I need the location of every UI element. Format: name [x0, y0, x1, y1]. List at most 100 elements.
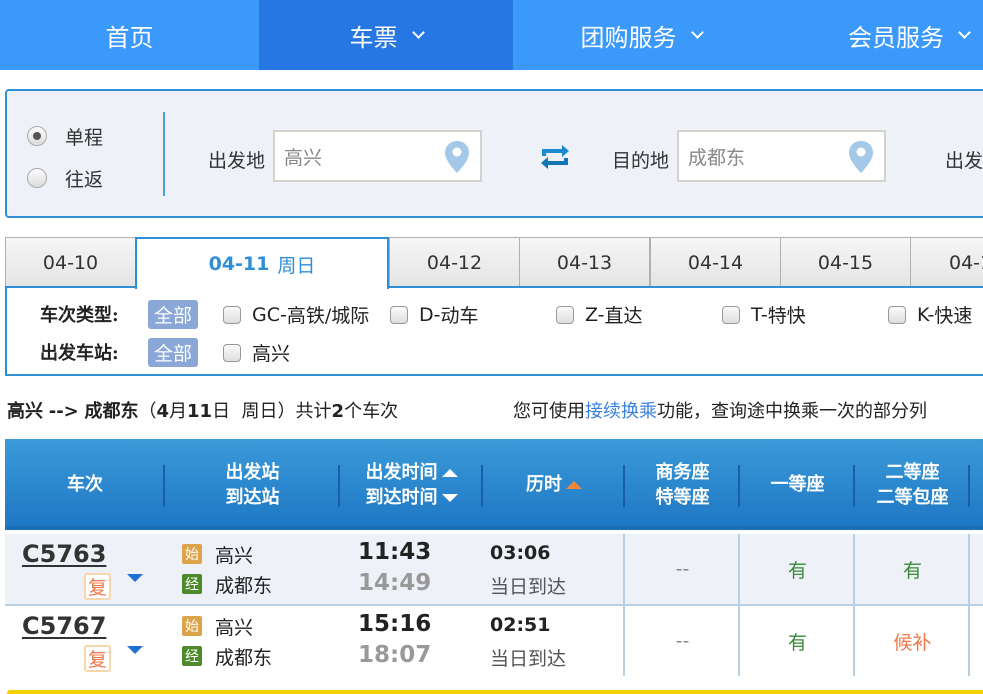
tab-date-label: 04-13 [556, 251, 613, 274]
start-station-icon: 始 [182, 544, 202, 564]
arrival-day: 当日到达 [490, 576, 567, 598]
nav-group-service[interactable]: 团购服务 [513, 0, 769, 70]
radio-round-trip[interactable] [27, 168, 47, 188]
departure-time: 15:16 [358, 611, 432, 637]
seat-business: -- [675, 630, 690, 652]
trip-type-one-way-label: 单程 [65, 126, 104, 149]
tab-date-04-13[interactable]: 04-13 [519, 237, 650, 287]
seat-second[interactable]: 有 [855, 534, 970, 604]
tab-date-04-16[interactable]: 04-1 [910, 237, 983, 287]
checkbox-z-code: Z- [585, 303, 605, 326]
summary-close-paren: ） [277, 401, 296, 422]
sort-desc-icon[interactable] [441, 493, 458, 502]
checkbox-t-label: 特快 [767, 305, 806, 327]
seat-business: -- [675, 558, 690, 580]
filter-train-type-all[interactable]: 全部 [148, 299, 199, 329]
train-number-link[interactable]: C5763 [22, 540, 106, 568]
checkbox-d[interactable]: D- 动车 [390, 301, 479, 328]
from-station[interactable]: 高兴 [215, 541, 253, 568]
seat-first[interactable]: 有 [740, 534, 855, 604]
filter-departure-station-all[interactable]: 全部 [148, 337, 199, 367]
fu-badge[interactable]: 复 [84, 645, 111, 672]
th-arr-time[interactable]: 到达时间 [366, 485, 458, 510]
pass-station-icon: 经 [182, 574, 202, 594]
checkbox-k[interactable]: K- 快速 [888, 301, 972, 328]
date-tabs: 04-10 04-11 周日 04-12 04-13 04-14 04-15 0… [5, 237, 983, 289]
top-nav: 首页 车票 团购服务 会员服务 [0, 0, 983, 70]
tab-date-04-10[interactable]: 04-10 [5, 237, 136, 287]
checkbox-gc[interactable]: GC- 高铁/城际 [223, 301, 369, 328]
summary-day-char: 日 [212, 401, 231, 422]
th-station-from-label: 出发站 [225, 461, 280, 483]
from-input[interactable]: 高兴 [273, 130, 482, 182]
th-times[interactable]: 出发时间 到达时间 [340, 439, 483, 530]
checkbox-box[interactable] [556, 305, 574, 324]
train-table: 车次 出发站 到达站 出发时间 到达时间 历时 商务座 特等座 一等座 二等座 … [5, 439, 983, 676]
th-stations: 出发站 到达站 [165, 439, 340, 530]
expand-triangle-icon[interactable] [127, 574, 143, 582]
to-input[interactable]: 成都东 [677, 130, 886, 182]
nav-member-service-label: 会员服务 [848, 23, 944, 52]
filter-departure-station-title: 出发车站: [40, 343, 119, 364]
th-dep-time-label: 出发时间 [365, 461, 438, 483]
checkbox-box[interactable] [223, 305, 241, 324]
summary-count: 2 [331, 401, 345, 422]
to-label: 目的地 [612, 150, 670, 172]
tab-date-label: 04-15 [817, 251, 874, 274]
tab-date-04-15[interactable]: 04-15 [780, 237, 911, 287]
map-pin-icon[interactable] [444, 140, 470, 174]
pass-station-icon: 经 [182, 646, 202, 666]
radio-one-way[interactable] [27, 126, 47, 146]
nav-tickets-label: 车票 [349, 23, 398, 52]
expand-triangle-icon[interactable] [127, 646, 143, 654]
departure-time: 11:43 [358, 539, 432, 565]
nav-member-service[interactable]: 会员服务 [769, 0, 983, 70]
nav-tickets[interactable]: 车票 [259, 0, 513, 70]
summary-total-prefix: 共计 [295, 401, 332, 422]
filter-train-type: 车次类型: 全部 [40, 299, 216, 329]
duration: 02:51 [490, 614, 551, 636]
tab-date-04-12[interactable]: 04-12 [389, 237, 520, 287]
from-station[interactable]: 高兴 [215, 613, 253, 640]
checkbox-box[interactable] [223, 343, 241, 362]
from-label: 出发地 [208, 150, 266, 172]
to-station[interactable]: 成都东 [215, 643, 272, 670]
column-divider [968, 534, 970, 604]
checkbox-z[interactable]: Z- 直达 [556, 301, 643, 328]
checkbox-gc-label: 高铁/城际 [286, 305, 370, 327]
trip-type-round-trip[interactable]: 往返 [27, 157, 103, 199]
to-station[interactable]: 成都东 [215, 571, 272, 598]
tab-date-04-11[interactable]: 04-11 周日 [135, 237, 389, 289]
seat-second[interactable]: 候补 [855, 606, 970, 676]
table-row: C5767 复 始 高兴 经 成都东 15:16 18:07 02:51 当日到… [5, 606, 983, 676]
seat-first[interactable]: 有 [740, 606, 855, 676]
swap-arrows-icon[interactable] [540, 145, 570, 169]
to-value: 成都东 [688, 146, 746, 169]
divider [163, 112, 165, 196]
checkbox-box[interactable] [888, 305, 906, 324]
trip-type-one-way[interactable]: 单程 [27, 115, 103, 157]
checkbox-box[interactable] [390, 305, 408, 324]
table-header: 车次 出发站 到达站 出发时间 到达时间 历时 商务座 特等座 一等座 二等座 … [5, 439, 983, 530]
train-number-link[interactable]: C5767 [22, 612, 106, 640]
notice-bar [7, 690, 983, 694]
summary-weekday: 周日 [241, 401, 278, 422]
hint-prefix: 您可使用 [513, 401, 585, 422]
th-duration[interactable]: 历时 [483, 439, 625, 530]
sort-asc-icon[interactable] [441, 468, 458, 477]
fu-badge[interactable]: 复 [84, 573, 111, 600]
checkbox-station-gaoxing[interactable]: 高兴 [223, 339, 290, 366]
map-pin-icon[interactable] [848, 140, 874, 174]
transfer-link[interactable]: 接续换乘 [585, 401, 657, 422]
th-business: 商务座 特等座 [625, 439, 740, 530]
checkbox-t[interactable]: T- 特快 [722, 301, 806, 328]
tab-date-04-14[interactable]: 04-14 [650, 237, 781, 287]
summary-arrow: --> [48, 401, 79, 422]
checkbox-d-label: 动车 [440, 305, 479, 327]
checkbox-box[interactable] [722, 305, 740, 324]
summary-total-suffix: 个车次 [344, 401, 399, 422]
nav-home[interactable]: 首页 [0, 0, 259, 70]
header-divider [968, 465, 970, 507]
th-dep-time[interactable]: 出发时间 [366, 460, 458, 485]
sort-asc-icon[interactable] [566, 481, 582, 489]
